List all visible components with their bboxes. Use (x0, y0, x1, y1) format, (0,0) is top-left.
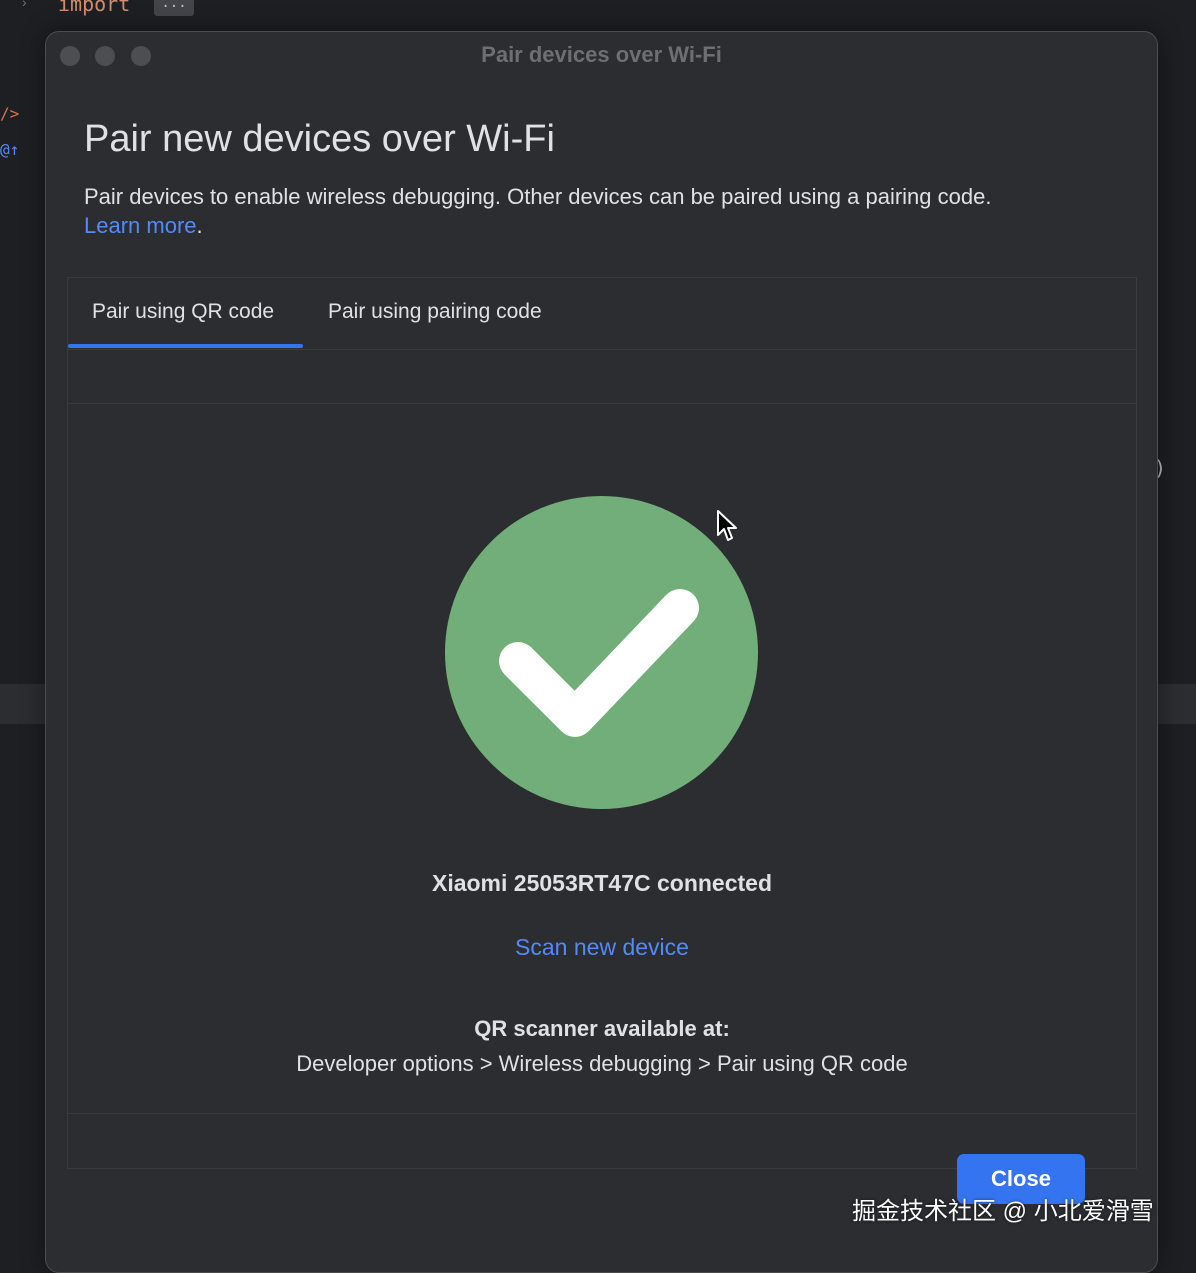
folded-code-marker[interactable]: ... (154, 0, 194, 16)
learn-more-link[interactable]: Learn more (84, 213, 197, 238)
scan-new-device-row: Scan new device (68, 934, 1136, 961)
ide-current-line-highlight (0, 684, 46, 724)
window-title: Pair devices over Wi-Fi (481, 42, 722, 67)
gutter-xml-icon[interactable]: /> (0, 104, 19, 123)
panel-header-strip (68, 350, 1136, 404)
success-circle (445, 496, 758, 809)
ide-current-line-highlight-right (1156, 684, 1196, 724)
dialog-titlebar[interactable]: Pair devices over Wi-Fi (46, 32, 1157, 78)
mouse-pointer-icon (717, 510, 737, 541)
tab-pair-pairing-code[interactable]: Pair using pairing code (328, 300, 542, 324)
qr-scanner-label: QR scanner available at: (474, 1016, 730, 1041)
learn-more-suffix: . (196, 213, 203, 238)
tab-bar: Pair using QR code Pair using pairing co… (68, 278, 1136, 350)
dialog-description: Pair devices to enable wireless debuggin… (84, 182, 1124, 240)
pair-devices-dialog: Pair devices over Wi-Fi Pair new devices… (45, 31, 1158, 1273)
qr-pairing-content: Xiaomi 25053RT47C connected Scan new dev… (68, 404, 1136, 1114)
qr-scanner-path: Developer options > Wireless debugging >… (296, 1051, 908, 1076)
tab-pair-qr-code[interactable]: Pair using QR code (92, 300, 274, 324)
code-keyword: import (58, 0, 131, 16)
gutter-override-icon[interactable]: @↑ (0, 140, 19, 159)
watermark-text: 掘金技术社区 @ 小北爱滑雪 (852, 1198, 1154, 1225)
checkmark-circle-icon (445, 496, 758, 809)
scan-new-device-link[interactable]: Scan new device (515, 934, 689, 960)
dialog-heading: Pair new devices over Wi-Fi (84, 118, 555, 160)
fold-chevron-icon[interactable]: › (22, 0, 27, 10)
pairing-panel: Pair using QR code Pair using pairing co… (67, 277, 1137, 1169)
connection-status: Xiaomi 25053RT47C connected (431, 870, 773, 896)
description-text: Pair devices to enable wireless debuggin… (84, 184, 992, 209)
selected-tab-indicator (68, 344, 303, 348)
